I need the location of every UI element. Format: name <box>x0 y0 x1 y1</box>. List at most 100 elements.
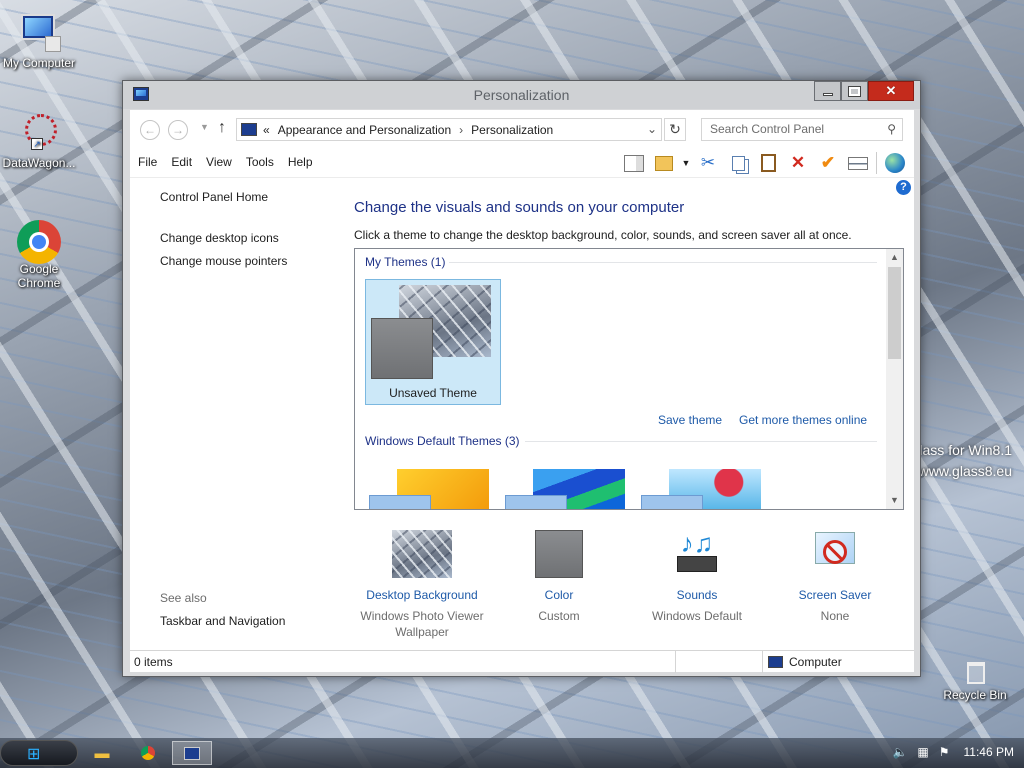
breadcrumb-separator-icon[interactable]: › <box>459 123 463 137</box>
personalization-window: Personalization ✕ ← → ▼ ↑ « Appearance a… <box>122 80 921 677</box>
scroll-up-icon[interactable]: ▲ <box>886 252 903 262</box>
globe-icon[interactable] <box>880 150 910 176</box>
breadcrumb-appearance[interactable]: Appearance and Personalization <box>278 123 451 137</box>
left-pane: Control Panel Home Change desktop icons … <box>160 190 287 277</box>
up-level-icon[interactable]: ↑ <box>218 119 226 137</box>
default-themes-group-header[interactable]: Windows Default Themes (3) <box>365 434 520 448</box>
see-also-heading: See also <box>160 591 207 605</box>
color-value: Custom <box>538 609 580 623</box>
theme-list: My Themes (1) Unsaved Theme Save theme G… <box>354 248 904 510</box>
breadcrumb-overflow[interactable]: « <box>263 123 270 137</box>
title-bar[interactable]: Personalization ✕ <box>123 81 920 109</box>
folder-options-icon[interactable] <box>649 150 679 176</box>
file-explorer-icon[interactable]: ▬ <box>82 741 122 765</box>
theme-color-swatch <box>371 318 433 379</box>
start-button[interactable]: ⊞ <box>0 740 78 766</box>
back-button[interactable]: ← <box>140 120 160 140</box>
theme-tile-lines-and-colors[interactable] <box>501 467 631 509</box>
minimize-icon <box>822 92 833 96</box>
menu-bar: File Edit View Tools Help ▼ ✂ ✕ ✔ <box>130 148 914 178</box>
recent-locations-dropdown-icon[interactable]: ▼ <box>200 122 209 132</box>
network-icon[interactable]: ▦ <box>917 745 928 759</box>
chrome-taskbar-icon[interactable] <box>128 741 168 765</box>
close-button[interactable]: ✕ <box>868 81 914 101</box>
datawagon-icon: ↗ <box>17 112 61 154</box>
group-divider <box>525 441 877 442</box>
theme-color-swatch <box>505 495 567 509</box>
address-bar[interactable]: « Appearance and Personalization › Perso… <box>236 118 662 141</box>
scroll-down-icon[interactable]: ▼ <box>886 495 903 505</box>
menu-edit[interactable]: Edit <box>171 155 192 169</box>
color-link[interactable]: Color <box>489 588 629 602</box>
volume-muted-icon[interactable]: 🔈 <box>892 745 907 759</box>
page-title: Change the visuals and sounds on your co… <box>354 199 685 216</box>
control-panel-home-link[interactable]: Control Panel Home <box>160 190 287 204</box>
clock[interactable]: 11:46 PM <box>964 745 1014 759</box>
unsaved-theme-label: Unsaved Theme <box>389 386 477 400</box>
change-desktop-icons-link[interactable]: Change desktop icons <box>160 231 287 245</box>
menu-file[interactable]: File <box>138 155 157 169</box>
cut-icon[interactable]: ✂ <box>693 150 723 176</box>
desktop-icon-datawagon[interactable]: ↗ DataWagon... <box>0 112 78 170</box>
screen-saver-setting[interactable]: Screen Saver None <box>765 530 905 624</box>
my-themes-group-header[interactable]: My Themes (1) <box>365 255 445 269</box>
control-panel-taskbar-icon[interactable] <box>172 741 212 765</box>
desktop-background-value: Windows Photo Viewer Wallpaper <box>360 609 484 639</box>
save-theme-link[interactable]: Save theme <box>658 413 722 427</box>
search-icon[interactable]: ⚲ <box>887 119 896 140</box>
status-divider <box>762 651 763 673</box>
forward-button[interactable]: → <box>168 120 188 140</box>
delete-icon[interactable]: ✕ <box>783 150 813 176</box>
breadcrumb-personalization[interactable]: Personalization <box>471 123 553 137</box>
sounds-value: Windows Default <box>651 609 743 623</box>
desktop-background-setting[interactable]: Desktop Background Windows Photo Viewer … <box>352 530 492 640</box>
theme-color-swatch <box>641 495 703 509</box>
color-swatch-icon <box>535 530 583 578</box>
screen-saver-link[interactable]: Screen Saver <box>765 588 905 602</box>
window-client-area: ← → ▼ ↑ « Appearance and Personalization… <box>130 110 914 673</box>
paste-icon[interactable] <box>753 150 783 176</box>
menu-tools[interactable]: Tools <box>246 155 274 169</box>
theme-tile-windows[interactable] <box>365 467 495 509</box>
layout-icon[interactable] <box>619 150 649 176</box>
minimize-button[interactable] <box>814 81 841 101</box>
dropdown-icon[interactable]: ▼ <box>679 150 693 176</box>
chrome-icon <box>17 218 61 264</box>
status-location-label: Computer <box>789 655 842 669</box>
status-divider <box>675 651 676 673</box>
desktop-icon-my-computer[interactable]: My Computer <box>0 12 78 70</box>
desktop-background-link[interactable]: Desktop Background <box>352 588 492 602</box>
page-description: Click a theme to change the desktop back… <box>354 228 852 242</box>
search-input[interactable]: Search Control Panel ⚲ <box>701 118 903 141</box>
desktop-icon-label: Recycle Bin <box>943 688 1007 702</box>
theme-list-scrollbar[interactable]: ▲ ▼ <box>886 249 903 509</box>
menu-help[interactable]: Help <box>288 155 313 169</box>
group-divider <box>449 262 877 263</box>
toolbar-separator <box>876 152 877 174</box>
help-icon[interactable]: ? <box>896 180 911 195</box>
action-center-icon[interactable]: ⚑ <box>939 745 950 759</box>
desktop-icon-google-chrome[interactable]: Google Chrome <box>0 218 78 290</box>
menu-view[interactable]: View <box>206 155 232 169</box>
scrollbar-thumb[interactable] <box>888 267 901 359</box>
sounds-setting[interactable]: ♪♫ Sounds Windows Default <box>627 530 767 624</box>
refresh-button[interactable]: ↻ <box>664 118 686 141</box>
recycle-bin-icon <box>953 660 997 686</box>
unsaved-theme-tile[interactable]: Unsaved Theme <box>365 279 501 405</box>
properties-icon[interactable] <box>843 150 873 176</box>
status-location: Computer <box>768 655 842 669</box>
get-more-themes-link[interactable]: Get more themes online <box>739 413 867 427</box>
computer-icon <box>768 656 783 668</box>
maximize-button[interactable] <box>841 81 868 101</box>
copy-icon[interactable] <box>723 150 753 176</box>
change-mouse-pointers-link[interactable]: Change mouse pointers <box>160 254 287 268</box>
desktop-icon-recycle-bin[interactable]: Recycle Bin <box>936 660 1014 702</box>
desktop-icon-label: DataWagon... <box>2 156 76 170</box>
color-setting[interactable]: Color Custom <box>489 530 629 624</box>
address-dropdown-icon[interactable]: ⌄ <box>647 122 657 136</box>
checkmark-icon[interactable]: ✔ <box>813 150 843 176</box>
desktop-icon-label: Google Chrome <box>17 262 61 290</box>
sounds-link[interactable]: Sounds <box>627 588 767 602</box>
theme-tile-flowers[interactable] <box>637 467 767 509</box>
taskbar-and-navigation-link[interactable]: Taskbar and Navigation <box>160 614 285 628</box>
